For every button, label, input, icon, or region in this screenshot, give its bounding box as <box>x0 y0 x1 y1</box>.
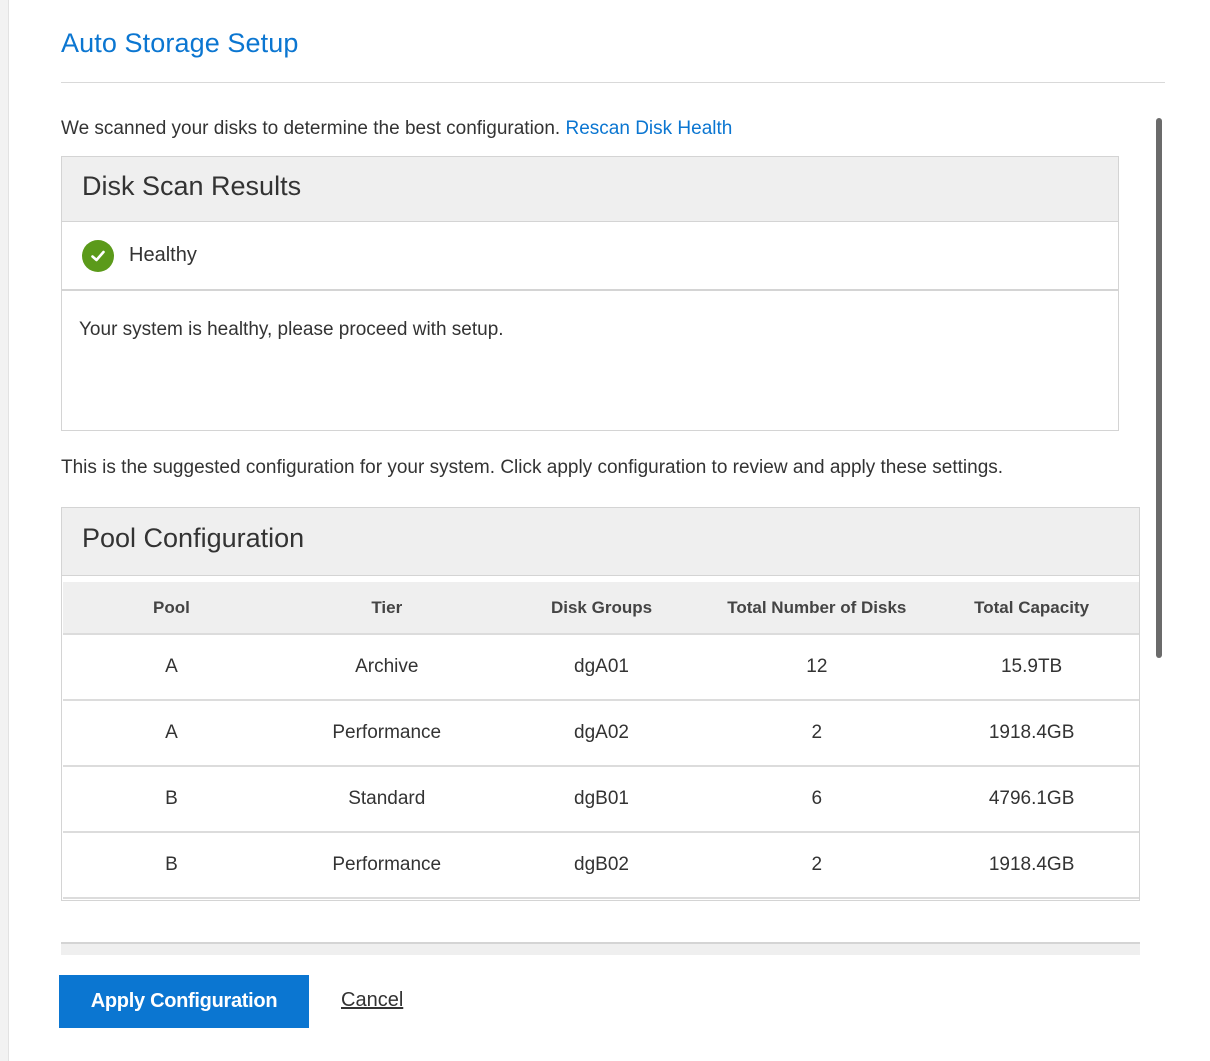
scan-intro-text: We scanned your disks to determine the b… <box>61 118 561 139</box>
cell-tier: Performance <box>332 854 442 875</box>
column-header-tier: Tier <box>279 582 494 635</box>
scan-status-row: Healthy <box>62 222 1118 291</box>
status-label: Healthy <box>129 244 197 266</box>
dialog-title: Auto Storage Setup <box>61 28 299 58</box>
scan-message: Your system is healthy, please proceed w… <box>79 319 504 340</box>
next-panel-partial <box>61 942 1140 955</box>
title-divider <box>61 82 1165 83</box>
cell-tier: Performance <box>332 722 442 743</box>
disk-scan-results-panel: Disk Scan Results Healthy Your system is… <box>61 156 1119 431</box>
cell-capacity: 15.9TB <box>1000 656 1063 677</box>
cell-pool: A <box>165 656 178 677</box>
table-row: A Archive dgA01 12 15.9TB <box>63 634 1139 700</box>
pool-configuration-panel: Pool Configuration Pool Tier Disk Groups… <box>61 507 1140 901</box>
table-header-row: Pool Tier Disk Groups Total Number of Di… <box>63 582 1139 635</box>
cell-disk-count: 6 <box>811 788 823 809</box>
cell-capacity: 1918.4GB <box>988 854 1075 875</box>
column-header-total-disks: Total Number of Disks <box>709 582 925 635</box>
dialog-scroll-area[interactable]: We scanned your disks to determine the b… <box>61 100 1149 955</box>
rescan-disk-health-link[interactable]: Rescan Disk Health <box>566 118 733 139</box>
cell-tier: Standard <box>348 788 426 809</box>
cell-disk-group: dgB02 <box>574 854 629 875</box>
cell-pool: B <box>165 788 178 809</box>
cell-tier: Archive <box>355 656 419 677</box>
check-circle-icon <box>82 239 114 272</box>
cell-disk-group: dgA02 <box>574 722 629 743</box>
suggestion-text: This is the suggested configuration for … <box>61 457 1004 478</box>
table-row: B Performance dgB02 2 1918.4GB <box>63 832 1139 898</box>
cell-pool: A <box>165 722 178 743</box>
cell-capacity: 1918.4GB <box>988 722 1075 743</box>
column-header-disk-groups: Disk Groups <box>493 582 710 635</box>
pool-configuration-table: Pool Tier Disk Groups Total Number of Di… <box>63 582 1139 899</box>
disk-scan-results-heading: Disk Scan Results <box>62 157 1118 222</box>
scrollbar-thumb[interactable] <box>1156 118 1162 658</box>
table-row: B Standard dgB01 6 4796.1GB <box>63 766 1139 832</box>
auto-storage-setup-dialog: Auto Storage Setup We scanned your disks… <box>8 0 1210 1061</box>
table-row: A Performance dgA02 2 1918.4GB <box>63 700 1139 766</box>
cell-disk-count: 2 <box>811 854 823 875</box>
column-header-pool: Pool <box>63 582 280 635</box>
apply-configuration-button[interactable]: Apply Configuration <box>59 975 309 1028</box>
cell-disk-group: dgB01 <box>574 788 629 809</box>
pool-configuration-heading: Pool Configuration <box>62 508 1139 576</box>
cell-disk-count: 12 <box>806 656 828 677</box>
cell-disk-count: 2 <box>811 722 823 743</box>
cell-disk-group: dgA01 <box>574 656 629 677</box>
scan-intro: We scanned your disks to determine the b… <box>61 118 732 140</box>
cancel-link[interactable]: Cancel <box>341 989 403 1012</box>
cell-pool: B <box>165 854 178 875</box>
column-header-total-capacity: Total Capacity <box>924 582 1139 635</box>
cell-capacity: 4796.1GB <box>988 788 1075 809</box>
